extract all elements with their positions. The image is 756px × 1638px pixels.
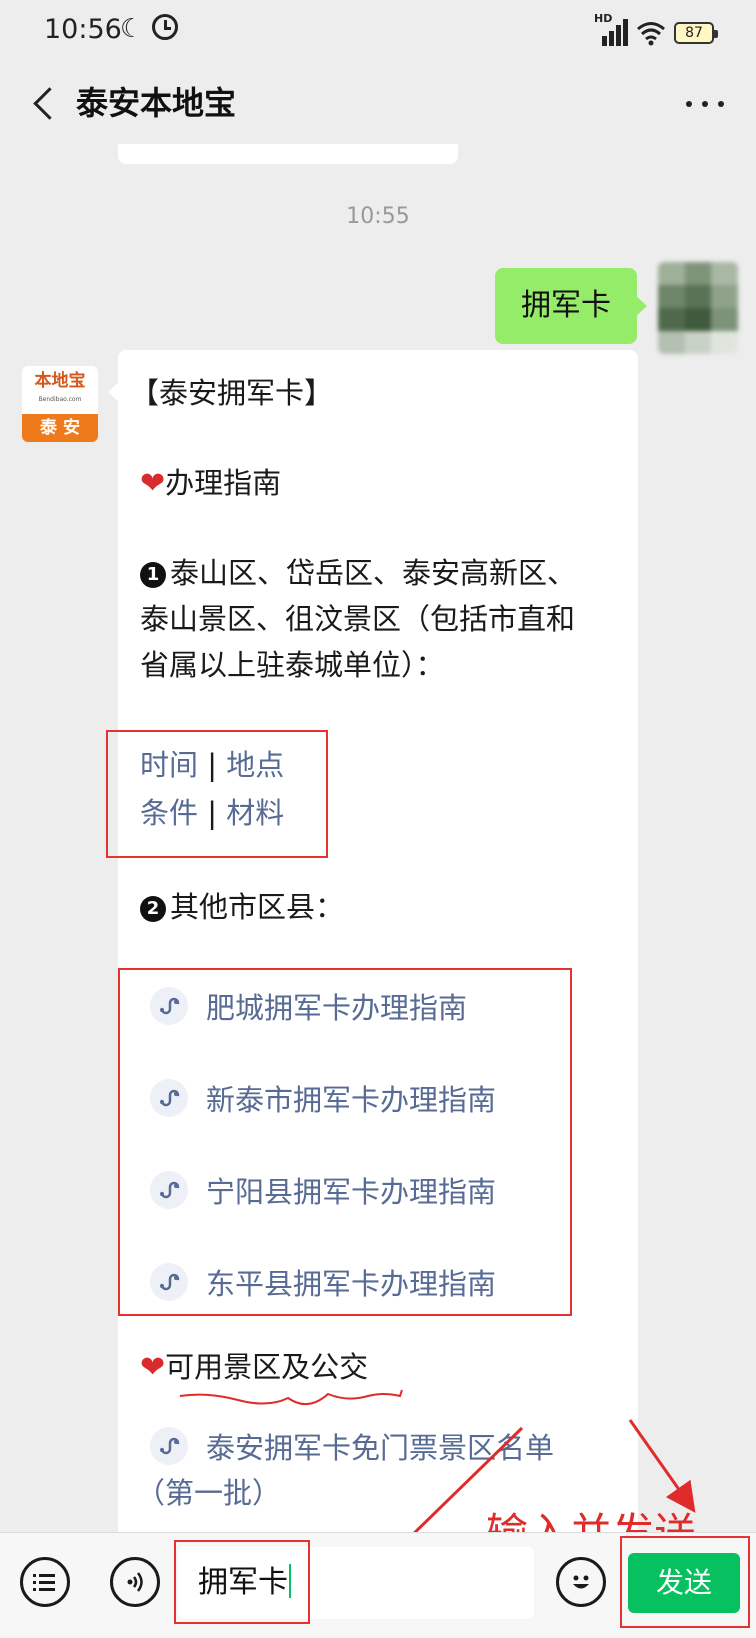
mini-program-link[interactable]: 东平县拥军卡办理指南	[150, 1260, 496, 1304]
link-row: 条件 | 材料	[140, 796, 285, 830]
item1-line: 省属以上驻泰城单位）：	[140, 648, 445, 682]
link-materials[interactable]: 材料	[226, 796, 284, 830]
item1-line: 1 泰山区、岱岳区、泰安高新区、	[140, 550, 576, 592]
item1-line: 泰山景区、徂汶景区（包括市直和	[140, 602, 576, 636]
section-heading-scenic: ❤可用景区及公交	[140, 1350, 369, 1385]
heart-icon: ❤	[140, 466, 166, 501]
avatar-city: 泰 安	[22, 414, 98, 442]
avatar-brand: 本地宝	[34, 371, 86, 391]
mini-program-icon	[150, 987, 188, 1025]
account-avatar[interactable]: 本地宝 Bendibao.com 泰 安	[22, 366, 98, 442]
chat-area[interactable]: 10:55 拥军卡 本地宝 Bendibao.com 泰 安 【泰安拥军卡】 ❤…	[0, 144, 756, 1532]
link-conditions[interactable]: 条件	[140, 796, 198, 830]
previous-message-bubble	[118, 144, 458, 164]
link-time[interactable]: 时间	[140, 748, 198, 782]
handwritten-underline	[179, 1389, 403, 1405]
mini-program-link[interactable]: 泰安拥军卡免门票景区名单	[150, 1424, 554, 1468]
outgoing-message[interactable]: 拥军卡	[495, 268, 647, 344]
back-icon[interactable]	[22, 78, 74, 130]
chat-header: 泰安本地宝	[0, 64, 756, 144]
instruction-annotation: 输入并发送	[486, 1500, 696, 1532]
highlight-box	[620, 1536, 750, 1628]
link-row: 时间 | 地点	[140, 748, 285, 782]
heart-icon: ❤	[140, 1350, 166, 1385]
moon-icon: ☾	[120, 14, 144, 44]
reply-title: 【泰安拥军卡】	[130, 376, 334, 410]
network-label: HD	[594, 12, 613, 25]
mini-program-icon	[150, 1171, 188, 1209]
mini-program-icon	[150, 1427, 188, 1465]
status-time: 10:56	[44, 14, 122, 45]
link-place[interactable]: 地点	[226, 748, 284, 782]
menu-icon[interactable]	[20, 1557, 70, 1607]
status-bar: 10:56 ☾ HD 87	[0, 0, 756, 64]
signal-icon: HD	[594, 12, 628, 46]
emoji-icon[interactable]	[556, 1557, 606, 1607]
mini-program-link[interactable]: 宁阳县拥军卡办理指南	[150, 1168, 496, 1212]
alarm-icon	[152, 14, 178, 40]
page-title: 泰安本地宝	[76, 84, 237, 122]
number-one-icon: 1	[140, 562, 166, 588]
scenic-link-continuation[interactable]: （第一批）	[136, 1470, 281, 1512]
mini-program-link[interactable]: 肥城拥军卡办理指南	[150, 984, 467, 1028]
message-timestamp: 10:55	[346, 204, 410, 229]
mini-program-icon	[150, 1263, 188, 1301]
wifi-icon	[637, 22, 665, 46]
section-heading-guide: ❤办理指南	[140, 466, 282, 501]
mini-program-icon	[150, 1079, 188, 1117]
voice-input-icon[interactable]	[110, 1557, 160, 1607]
highlight-box	[174, 1540, 310, 1624]
more-options-icon[interactable]	[678, 86, 732, 122]
number-two-icon: 2	[140, 896, 166, 922]
avatar-site: Bendibao.com	[38, 396, 82, 403]
item2-heading: 2 其他市区县：	[140, 884, 344, 926]
battery-icon: 87	[674, 22, 718, 44]
mini-program-link[interactable]: 新泰市拥军卡办理指南	[150, 1076, 496, 1120]
user-avatar[interactable]	[658, 262, 738, 354]
